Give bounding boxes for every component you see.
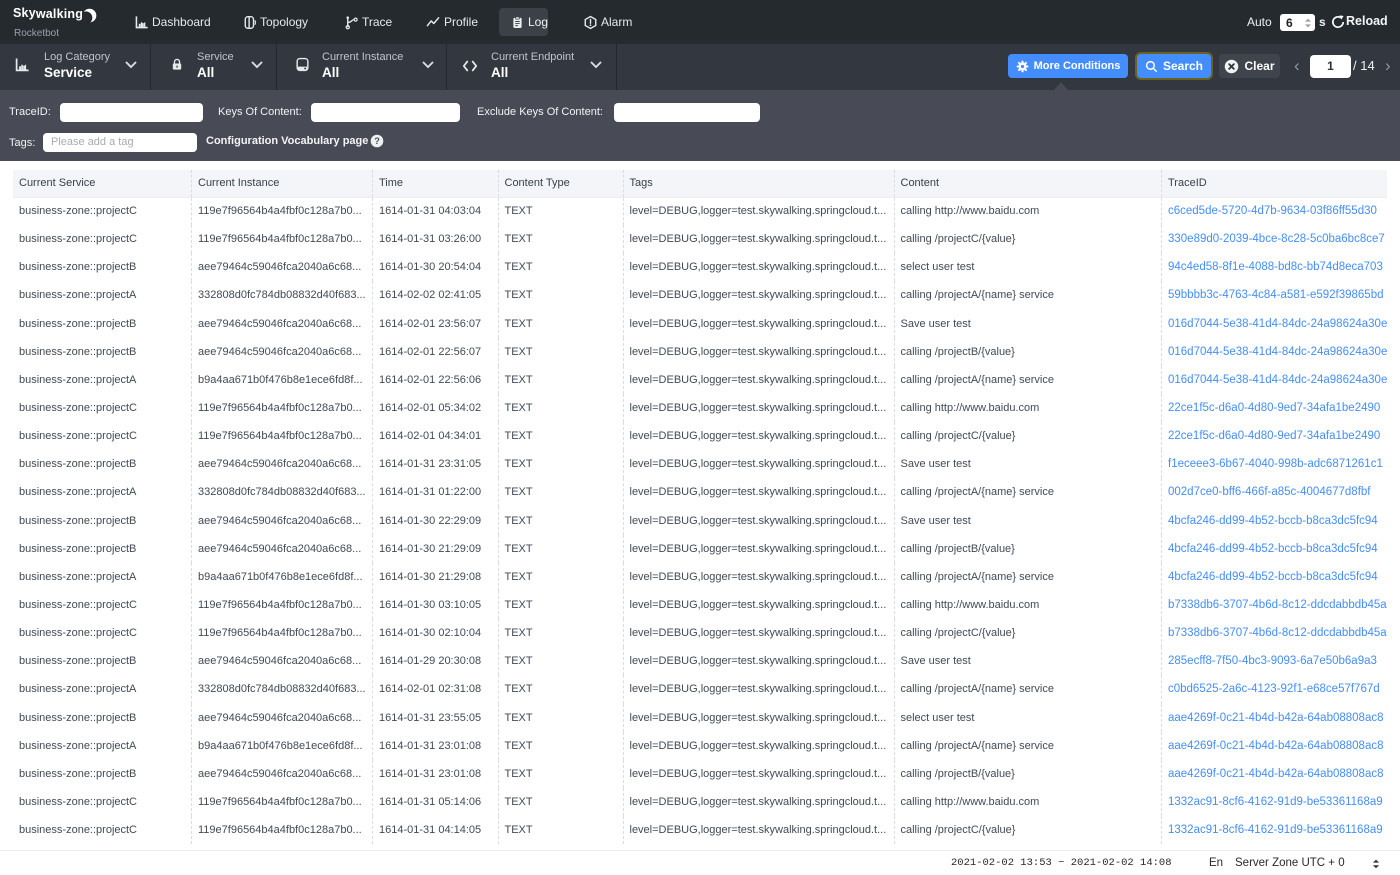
svg-text:?: ? xyxy=(374,136,380,146)
